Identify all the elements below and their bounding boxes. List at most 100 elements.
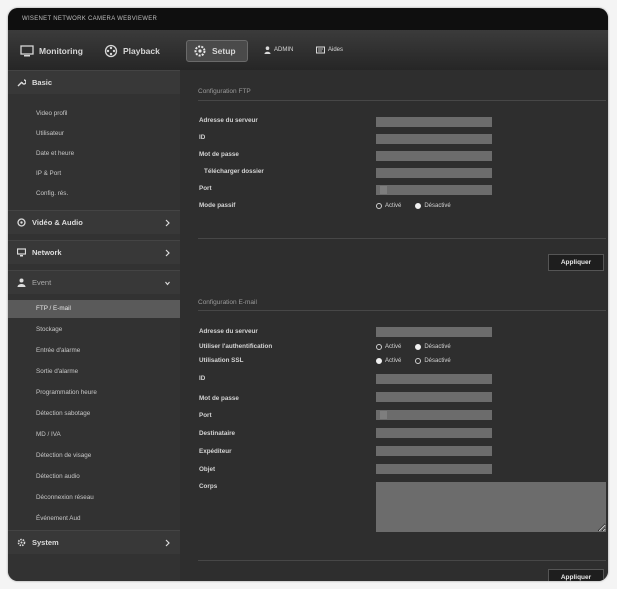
film-reel-icon — [104, 44, 118, 58]
radio-label: Activé — [385, 358, 402, 364]
email-sender-label: Expéditeur — [199, 448, 232, 455]
sidebar-item-face-detection[interactable]: Détection de visage — [8, 447, 180, 465]
monitoring-label: Monitoring — [39, 46, 83, 56]
sidebar-item-md-iva[interactable]: MD / IVA — [8, 426, 180, 444]
ftp-password-label: Mot de passe — [199, 151, 239, 158]
monitoring-tab[interactable]: Monitoring — [14, 39, 89, 63]
ftp-port-input[interactable] — [376, 185, 492, 195]
auth-off-radio[interactable]: Désactivé — [415, 344, 451, 350]
email-recipient-label: Destinataire — [199, 430, 236, 437]
email-body-label: Corps — [199, 483, 218, 490]
user-icon — [264, 46, 271, 54]
ftp-server-address-label: Adresse du serveur — [199, 117, 258, 124]
monitor-icon — [20, 45, 34, 57]
email-id-input[interactable] — [376, 374, 492, 384]
sidebar-section-basic[interactable]: Basic — [8, 70, 180, 94]
email-port-input[interactable] — [376, 410, 492, 420]
ssl-off-radio[interactable]: Désactivé — [415, 358, 451, 364]
radio-label: Désactivé — [424, 358, 451, 364]
sidebar-item-ftp-email[interactable]: FTP / E-mail — [8, 300, 180, 318]
sidebar-item-network-config[interactable]: Config. rés. — [8, 185, 180, 203]
sidebar-item-alarm-output[interactable]: Sortie d'alarme — [8, 363, 180, 381]
email-recipient-input[interactable] — [376, 428, 492, 438]
sidebar-item-ip-port[interactable]: IP & Port — [8, 165, 180, 183]
window-title: WISENET NETWORK CAMERA WEBVIEWER — [8, 8, 608, 30]
ftp-port-label: Port — [199, 185, 212, 192]
sidebar-item-time-schedule[interactable]: Programmation heure — [8, 384, 180, 402]
help-link[interactable]: Aides — [316, 46, 343, 54]
sidebar-section-video-audio[interactable]: Vidéo & Audio — [8, 210, 180, 234]
email-subject-input[interactable] — [376, 464, 492, 474]
user-menu[interactable]: ADMIN — [264, 46, 293, 54]
sidebar-item-date-time[interactable]: Date et heure — [8, 145, 180, 163]
radio-dot — [415, 203, 422, 209]
radio-dot — [376, 203, 382, 209]
sidebar-section-network[interactable]: Network — [8, 240, 180, 264]
setup-tab[interactable]: Setup — [186, 40, 248, 62]
person-icon — [17, 278, 26, 287]
passive-mode-on-radio[interactable]: Activé — [376, 203, 401, 209]
settings-icon — [17, 538, 26, 547]
email-ssl-label: Utilisation SSL — [199, 357, 244, 364]
email-subject-label: Objet — [199, 466, 216, 473]
chevron-down-icon — [165, 281, 170, 286]
email-password-label: Mot de passe — [199, 395, 239, 402]
ftp-apply-button[interactable]: Appliquer — [548, 254, 604, 271]
email-auth-radios: Activé Désactivé — [376, 344, 451, 350]
sidebar-section-event[interactable]: Event — [8, 270, 180, 294]
help-label: Aides — [328, 47, 344, 53]
ftp-id-input[interactable] — [376, 134, 492, 144]
sidebar-item-video-profile[interactable]: Video profil — [8, 105, 180, 123]
ftp-id-label: ID — [199, 134, 206, 141]
divider — [198, 100, 606, 101]
radio-label: Activé — [385, 203, 402, 209]
sidebar-section-label: Vidéo & Audio — [32, 218, 83, 227]
sidebar-item-audio-event[interactable]: Événement Aud — [8, 510, 180, 528]
sidebar-item-user[interactable]: Utilisateur — [8, 125, 180, 143]
ftp-upload-folder-label: Télécharger dossier — [204, 168, 264, 175]
playback-label: Playback — [123, 46, 160, 56]
sidebar-section-label: Event — [32, 278, 52, 287]
passive-mode-off-radio[interactable]: Désactivé — [415, 203, 451, 209]
sidebar-item-tampering-detection[interactable]: Détection sabotage — [8, 405, 180, 423]
email-ssl-radios: Activé Désactivé — [376, 358, 451, 364]
wrench-icon — [17, 79, 26, 87]
email-server-address-input[interactable] — [376, 327, 492, 337]
divider — [198, 560, 606, 561]
ftp-upload-folder-input[interactable] — [376, 168, 492, 178]
radio-label: Désactivé — [424, 344, 451, 350]
auth-on-radio[interactable]: Activé — [376, 344, 401, 350]
divider — [198, 310, 606, 311]
top-navigation: Monitoring Playback Setup ADMIN Aides — [8, 30, 608, 70]
ssl-on-radio[interactable]: Activé — [376, 358, 401, 364]
ftp-server-address-input[interactable] — [376, 117, 492, 127]
gear-icon — [194, 45, 206, 57]
sidebar-item-audio-detection[interactable]: Détection audio — [8, 468, 180, 486]
sidebar-section-system[interactable]: System — [8, 530, 180, 554]
email-password-input[interactable] — [376, 392, 492, 402]
setup-label: Setup — [212, 46, 236, 56]
ftp-passive-mode-radios: Activé Désactivé — [376, 203, 451, 209]
email-body-textarea[interactable] — [376, 482, 606, 532]
email-sender-input[interactable] — [376, 446, 492, 456]
radio-dot — [415, 358, 422, 364]
divider — [198, 238, 606, 239]
sidebar-item-storage[interactable]: Stockage — [8, 321, 180, 339]
radio-dot — [415, 344, 422, 350]
ftp-passive-mode-label: Mode passif — [199, 202, 236, 209]
email-auth-label: Utiliser l'authentification — [199, 343, 273, 350]
email-section-title: Configuration E-mail — [198, 299, 257, 306]
chevron-right-icon — [165, 219, 170, 227]
email-apply-button[interactable]: Appliquer — [548, 569, 604, 581]
chevron-right-icon — [165, 539, 170, 547]
sidebar-item-alarm-input[interactable]: Entrée d'alarme — [8, 342, 180, 360]
sidebar-section-label: Basic — [32, 78, 53, 87]
video-icon — [17, 218, 26, 227]
app-window: WISENET NETWORK CAMERA WEBVIEWER Monitor… — [8, 8, 608, 581]
email-server-address-label: Adresse du serveur — [199, 328, 258, 335]
email-port-label: Port — [199, 412, 212, 419]
sidebar-item-network-disconnect[interactable]: Déconnexion réseau — [8, 489, 180, 507]
ftp-password-input[interactable] — [376, 151, 492, 161]
playback-tab[interactable]: Playback — [98, 39, 166, 63]
setup-sidebar: Basic Video profil Utilisateur Date et h… — [8, 70, 180, 581]
